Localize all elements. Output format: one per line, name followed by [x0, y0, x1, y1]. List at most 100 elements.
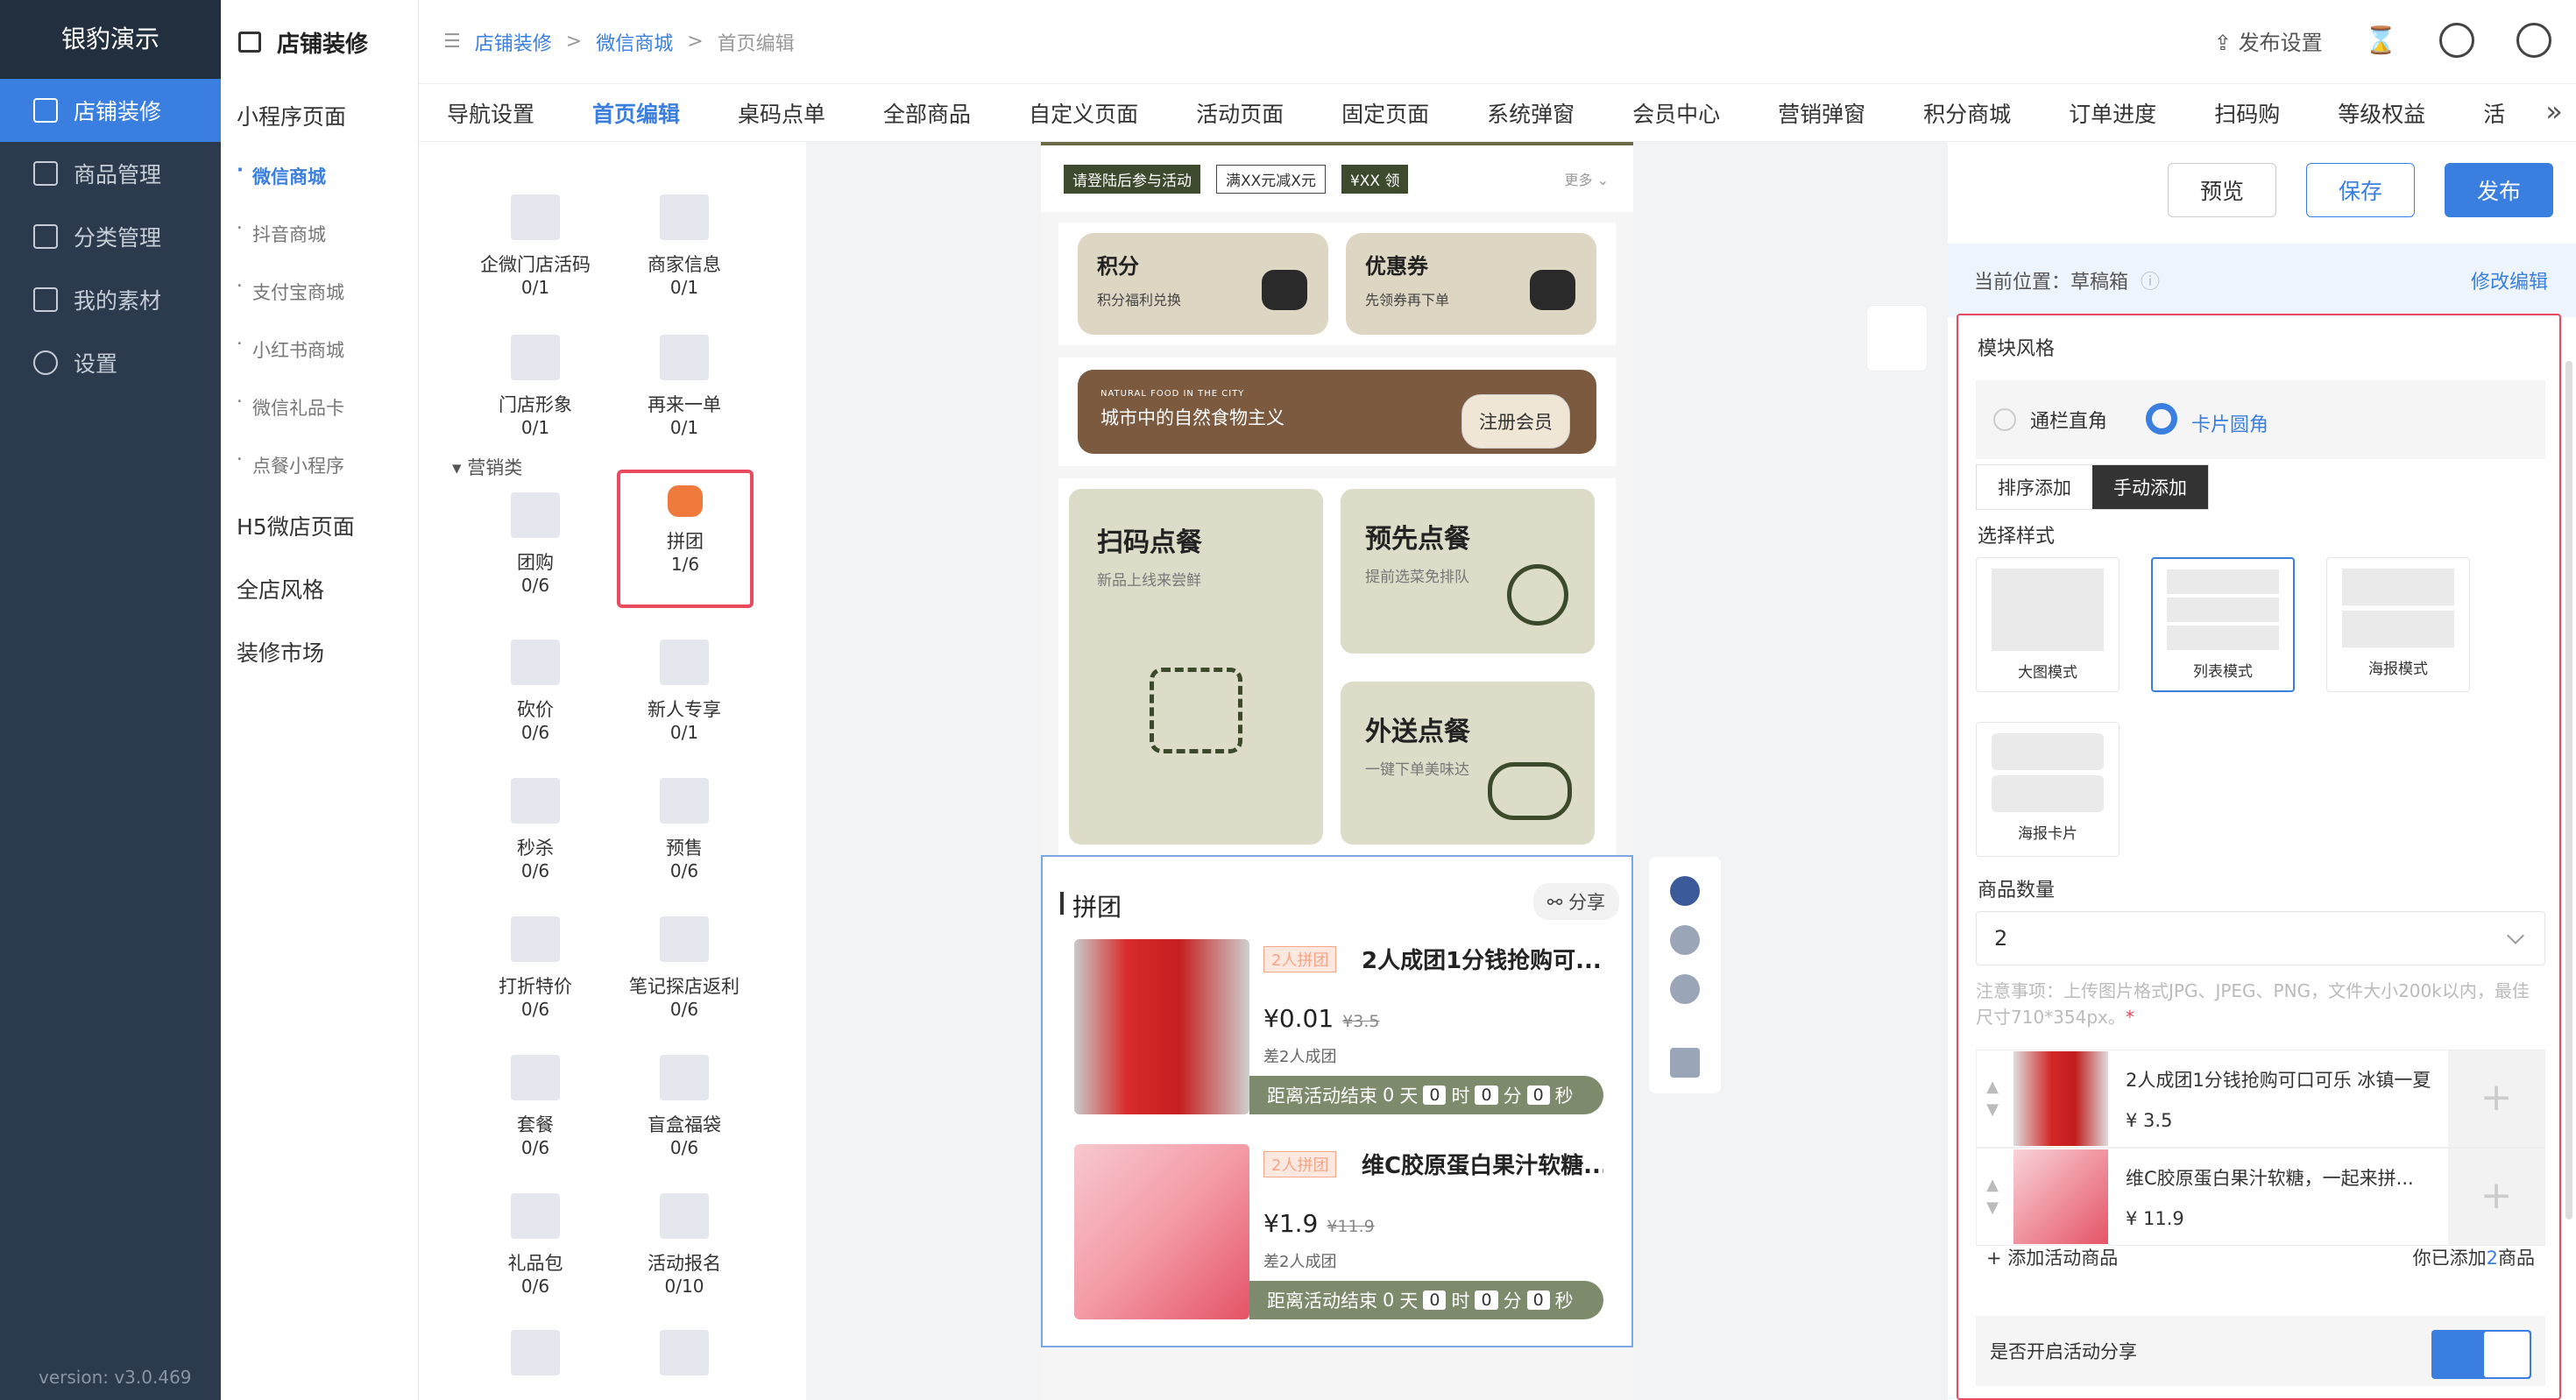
pre-order-entry[interactable]: 预先点餐 提前选菜免排队	[1341, 489, 1595, 654]
comp-reorder[interactable]: 再来一单 0/1	[610, 335, 759, 438]
breadcrumb-wechat[interactable]: 微信商城	[596, 28, 673, 56]
tab-custom-page[interactable]: 自定义页面	[1029, 97, 1138, 129]
comp-newcomer[interactable]: 新人专享 0/1	[610, 640, 759, 743]
member-banner[interactable]: NATURAL FOOD IN THE CITY 城市中的自然食物主义 注册会员	[1058, 357, 1616, 466]
comp-flash-sale[interactable]: 秒杀 0/6	[461, 778, 610, 881]
pintuan-module[interactable]: 拼团 ⚯ 分享 2人拼团 2人成团1分钱抢购可... ¥0.01 ¥3.5 差2人…	[1041, 855, 1633, 1347]
share-toggle[interactable]	[2431, 1330, 2531, 1379]
comp-more-1[interactable]	[461, 1330, 610, 1386]
tab-table-order[interactable]: 桌码点单	[738, 97, 825, 129]
add-image-button[interactable]: +	[2448, 1149, 2544, 1245]
tab-points-mall[interactable]: 积分商城	[1923, 97, 2011, 129]
reorder-arrows-icon[interactable]: ▲ ▼	[1977, 1174, 2008, 1220]
share-button[interactable]: ⚯ 分享	[1532, 883, 1619, 920]
tab-activity-page[interactable]: 活动页面	[1196, 97, 1284, 129]
reorder-arrows-icon[interactable]: ▲ ▼	[1977, 1076, 2008, 1121]
nav-item-settings[interactable]: 设置	[0, 331, 221, 394]
nav-item-decoration[interactable]: 店铺装修	[0, 79, 221, 142]
tab-fixed-page[interactable]: 固定页面	[1341, 97, 1429, 129]
comp-pintuan-selected[interactable]: 拼团 1/6	[617, 470, 754, 608]
nav-item-materials[interactable]: 我的素材	[0, 268, 221, 331]
delivery-order-entry[interactable]: 外送点餐 一键下单美味达	[1341, 682, 1595, 845]
comp-merchant-info[interactable]: 商家信息 0/1	[610, 194, 759, 298]
quantity-select[interactable]: 2	[1976, 911, 2545, 965]
save-button[interactable]: 保存	[2306, 163, 2415, 217]
coupon-card[interactable]: 优惠券 先领券再下单	[1346, 233, 1596, 335]
scan-order-entry[interactable]: 扫码点餐 新品上线来尝鲜	[1069, 489, 1323, 845]
comp-store-image[interactable]: 门店形象 0/1	[461, 335, 610, 438]
edit-link[interactable]: 修改编辑	[2471, 266, 2548, 294]
pintuan-product[interactable]: 2人拼团 维C胶原蛋白果汁软糖... ¥1.9 ¥11.9 差2人成团 距离活动结…	[1074, 1144, 1603, 1319]
action-buttons: 预览 保存 发布	[2168, 163, 2553, 217]
tab-marketing-popup[interactable]: 营销弹窗	[1778, 97, 1865, 129]
comp-presale[interactable]: 预售 0/6	[610, 778, 759, 881]
category-marketing[interactable]: ▾ 营销类	[452, 454, 522, 480]
style-big-image[interactable]: 大图模式	[1976, 557, 2120, 692]
coins-icon	[1262, 270, 1307, 310]
hourglass-icon[interactable]: ⌛	[2365, 25, 2397, 56]
tab-level-rights[interactable]: 等级权益	[2338, 97, 2425, 129]
radio-full-width[interactable]: 通栏直角	[1993, 406, 2107, 434]
sub-nav-wechat-mall[interactable]: 微信商城	[221, 147, 418, 205]
sort-add-option[interactable]: 排序添加	[1977, 465, 2092, 509]
comp-blind-box[interactable]: 盲盒福袋 0/6	[610, 1055, 759, 1158]
manual-add-option[interactable]: 手动添加	[2092, 465, 2208, 509]
headset-icon[interactable]	[2439, 23, 2474, 58]
tabs-more-icon[interactable]: »	[2532, 84, 2576, 141]
nav-item-products[interactable]: 商品管理	[0, 142, 221, 205]
settings-icon[interactable]	[2516, 23, 2551, 58]
coupon-more[interactable]: 更多 ⌄	[1565, 168, 1610, 189]
panel-scrollbar[interactable]	[2565, 361, 2572, 1220]
coupon-bar[interactable]: 请登陆后参与活动 满XX元减X元 ¥XX 领 更多 ⌄	[1041, 142, 1633, 212]
tab-scan-buy[interactable]: 扫码购	[2214, 97, 2280, 129]
comp-combo[interactable]: 套餐 0/6	[461, 1055, 610, 1158]
comp-group-buy[interactable]: 团购 0/6	[461, 492, 610, 596]
pintuan-product[interactable]: 2人拼团 2人成团1分钱抢购可... ¥0.01 ¥3.5 差2人成团 距离活动结…	[1074, 939, 1603, 1114]
comp-gift-pack[interactable]: 礼品包 0/6	[461, 1193, 610, 1297]
comp-bargain[interactable]: 砍价 0/6	[461, 640, 610, 743]
comp-wecom-code[interactable]: 企微门店活码 0/1	[461, 194, 610, 298]
style-list[interactable]: 列表模式	[2151, 557, 2295, 692]
sub-nav-store-style[interactable]: 全店风格	[221, 557, 418, 620]
comp-note-rebate[interactable]: 笔记探店返利 0/6	[610, 916, 759, 1020]
add-activity-product-button[interactable]: + 添加活动商品	[1986, 1244, 2118, 1270]
tab-order-progress[interactable]: 订单进度	[2069, 97, 2156, 129]
comp-more-2[interactable]	[610, 1330, 759, 1386]
register-member-button[interactable]: 注册会员	[1461, 394, 1570, 449]
document-icon[interactable]	[1866, 305, 1928, 371]
arrow-up-icon[interactable]	[1670, 925, 1700, 955]
tab-system-popup[interactable]: 系统弹窗	[1487, 97, 1575, 129]
help-icon[interactable]: ⓘ	[2141, 266, 2160, 294]
publish-button[interactable]: 发布	[2445, 163, 2553, 217]
points-card[interactable]: 积分 积分福利兑换	[1078, 233, 1328, 335]
radio-card-round[interactable]: 卡片圆角	[2146, 403, 2268, 437]
style-poster-card[interactable]: 海报卡片	[1976, 722, 2120, 857]
comp-signup[interactable]: 活动报名 0/10	[610, 1193, 759, 1297]
tab-member-center[interactable]: 会员中心	[1632, 97, 1720, 129]
comp-discount[interactable]: 打折特价 0/6	[461, 916, 610, 1020]
style-poster[interactable]: 海报模式	[2326, 557, 2470, 692]
tab-all-products[interactable]: 全部商品	[883, 97, 971, 129]
sub-nav-group-miniapp[interactable]: 小程序页面	[221, 84, 418, 147]
sub-nav-market[interactable]: 装修市场	[221, 620, 418, 683]
nav-item-categories[interactable]: 分类管理	[0, 205, 221, 268]
publish-settings-button[interactable]: ⇪ 发布设置	[2214, 25, 2323, 56]
sub-nav-gift-card[interactable]: 微信礼品卡	[221, 378, 418, 436]
sub-nav-alipay-mall[interactable]: 支付宝商城	[221, 263, 418, 321]
tab-activity[interactable]: 活	[2483, 97, 2505, 129]
breadcrumb-decoration[interactable]: 店铺装修	[475, 28, 552, 56]
sub-nav-douyin-mall[interactable]: 抖音商城	[221, 205, 418, 263]
preview-button[interactable]: 预览	[2168, 163, 2276, 217]
image-icon	[33, 287, 58, 312]
settings-icon[interactable]	[1670, 876, 1700, 906]
sub-nav-xiaohongshu-mall[interactable]: 小红书商城	[221, 321, 418, 378]
tab-home-edit[interactable]: 首页编辑	[592, 97, 680, 129]
sub-nav-h5[interactable]: H5微店页面	[221, 494, 418, 557]
sub-nav-ordering-app[interactable]: 点餐小程序	[221, 436, 418, 494]
groupbuy-icon	[511, 492, 560, 538]
trash-icon[interactable]	[1670, 1048, 1700, 1078]
add-image-button[interactable]: +	[2448, 1050, 2544, 1147]
points-coupon-cards[interactable]: 积分 积分福利兑换 优惠券 先领券再下单	[1058, 223, 1616, 345]
arrow-down-icon[interactable]	[1670, 974, 1700, 1004]
tab-nav-settings[interactable]: 导航设置	[447, 97, 534, 129]
